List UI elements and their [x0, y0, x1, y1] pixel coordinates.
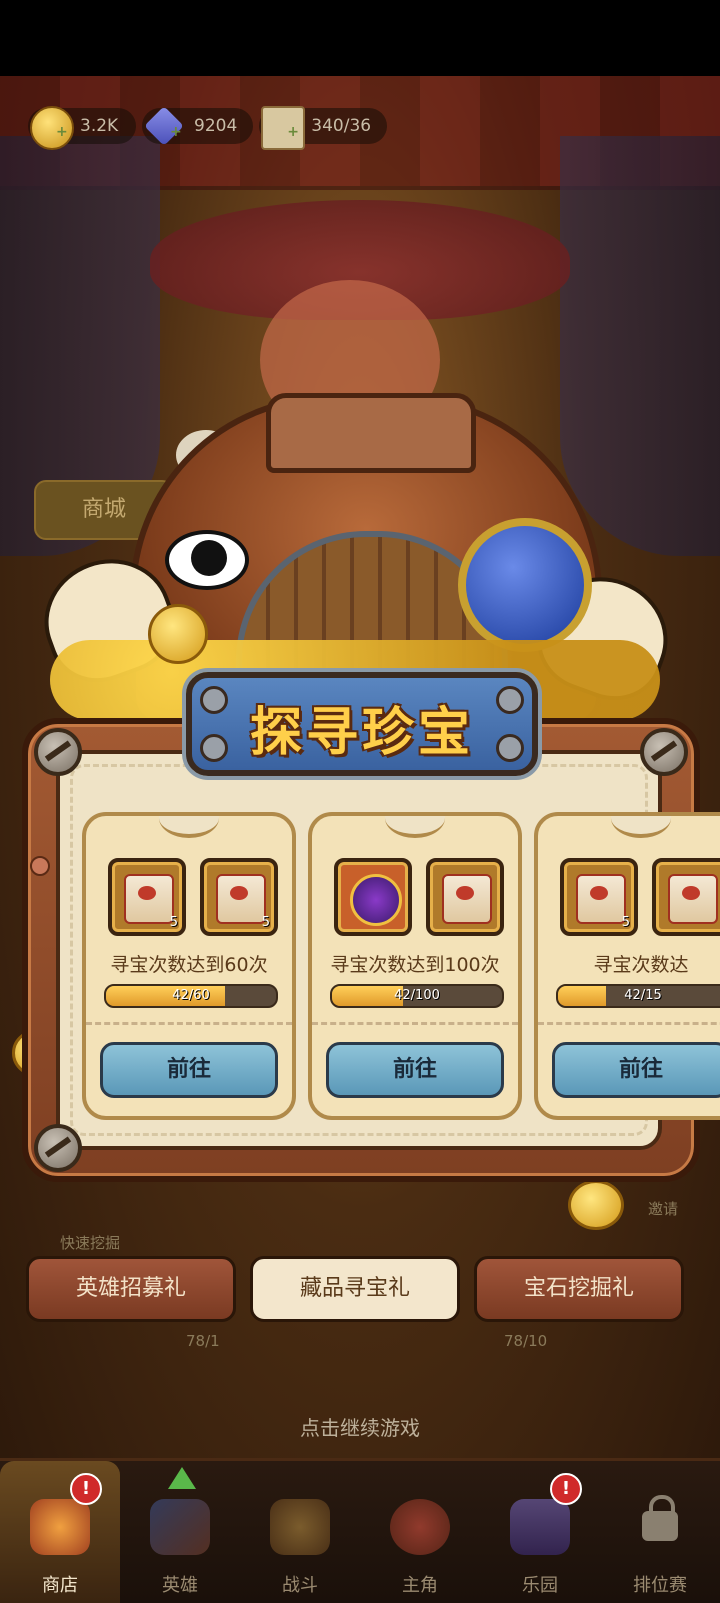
task-card: 5 5 寻宝次数达到60次 42/60 前往: [82, 812, 296, 1120]
popup-title: 探寻珍宝: [249, 703, 474, 763]
nav-label: 商店: [42, 1575, 78, 1596]
machine-cap: [266, 393, 476, 473]
scroll-icon: [216, 874, 266, 924]
left-dig-count: 78/1: [186, 1332, 220, 1350]
tab-collection-treasure-gift[interactable]: 藏品寻宝礼: [250, 1256, 460, 1322]
scroll-counter[interactable]: + 340/36: [259, 106, 388, 150]
treasure-popup: 5 5 寻宝次数达到60次 42/60 前往 寻宝次数达到100次 42/100…: [22, 718, 720, 1182]
nav-label: 英雄: [162, 1575, 198, 1596]
nut-icon: [200, 686, 228, 714]
reward-items: 5 5: [108, 858, 278, 936]
task-progress-bar: 42/15: [556, 984, 720, 1008]
rivet-icon: [30, 856, 50, 876]
shop-icon: [30, 1499, 90, 1555]
reward-count: 5: [169, 915, 178, 930]
card-divider: [538, 1022, 720, 1025]
progress-text: 42/60: [172, 988, 210, 1003]
reward-items: [334, 858, 504, 936]
scroll-icon: [668, 874, 718, 924]
task-card: 5 寻宝次数达 42/15 前往: [534, 812, 720, 1120]
upgrade-arrow-icon: [168, 1467, 196, 1489]
battle-icon: [270, 1499, 330, 1555]
task-card: 寻宝次数达到100次 42/100 前往: [308, 812, 522, 1120]
task-requirement: 寻宝次数达到60次: [110, 954, 268, 976]
castle-icon: [510, 1499, 570, 1555]
nut-icon: [200, 734, 228, 762]
resource-bar: + 3.2K + 9204 + 340/36: [28, 106, 388, 152]
scroll-value: 340/36: [311, 116, 372, 136]
popup-title-banner: 探寻珍宝: [186, 672, 538, 776]
lock-icon: [642, 1495, 678, 1541]
go-button[interactable]: 前往: [326, 1042, 504, 1098]
nav-label: 乐园: [522, 1575, 558, 1596]
progress-text: 42/100: [394, 988, 440, 1003]
card-divider: [312, 1022, 518, 1025]
nav-battle[interactable]: 战斗: [240, 1461, 360, 1603]
alert-badge-icon: !: [70, 1473, 102, 1505]
go-button[interactable]: 前往: [100, 1042, 278, 1098]
scroll-icon: [442, 874, 492, 924]
bottom-nav: ! 商店 英雄 战斗 主角 ! 乐园 排位赛: [0, 1458, 720, 1603]
scroll-icon: [124, 874, 174, 924]
reward-count: 5: [261, 915, 270, 930]
nut-icon: [496, 686, 524, 714]
amulet-icon: [350, 874, 402, 926]
gold-value: 3.2K: [80, 116, 119, 136]
gem-value: 9204: [194, 116, 238, 136]
reward-item[interactable]: [334, 858, 412, 936]
card-notch: [611, 816, 671, 838]
bolt-icon: [34, 728, 82, 776]
reward-item[interactable]: 5: [560, 858, 638, 936]
reward-items: 5: [560, 858, 720, 936]
add-gold-icon[interactable]: +: [56, 114, 68, 150]
coin-icon: [568, 1180, 624, 1230]
add-gem-icon[interactable]: +: [170, 114, 182, 150]
invite-label: 邀请: [648, 1200, 679, 1218]
tab-hero-recruit-gift[interactable]: 英雄招募礼: [26, 1256, 236, 1322]
reward-item[interactable]: 5: [108, 858, 186, 936]
bolt-icon: [34, 1124, 82, 1172]
right-dig-count: 78/10: [504, 1332, 548, 1350]
nav-heroes[interactable]: 英雄: [120, 1461, 240, 1603]
nav-park[interactable]: ! 乐园: [480, 1461, 600, 1603]
scroll-icon: [576, 874, 626, 924]
right-curtain: [560, 136, 720, 556]
coin-icon: [148, 604, 208, 664]
nav-label: 排位赛: [633, 1575, 687, 1596]
task-requirement: 寻宝次数达: [593, 954, 689, 976]
reward-count: 5: [621, 915, 630, 930]
card-notch: [159, 816, 219, 838]
nav-label: 主角: [402, 1575, 438, 1596]
card-notch: [385, 816, 445, 838]
gem-counter[interactable]: + 9204: [142, 106, 254, 146]
progress-text: 42/15: [624, 988, 662, 1003]
nav-ranked[interactable]: 排位赛: [600, 1461, 720, 1603]
nav-label: 战斗: [282, 1575, 318, 1596]
reward-item[interactable]: 5: [200, 858, 278, 936]
task-progress-bar: 42/100: [330, 984, 504, 1008]
reward-item[interactable]: [426, 858, 504, 936]
reward-item[interactable]: [652, 858, 720, 936]
monocle-icon: [458, 518, 592, 652]
add-scroll-icon[interactable]: +: [287, 114, 299, 150]
quick-dig-label: 快速挖掘: [60, 1234, 121, 1252]
go-button[interactable]: 前往: [552, 1042, 720, 1098]
hero-cards-icon: [150, 1499, 210, 1555]
tap-to-continue[interactable]: 点击继续游戏: [0, 1412, 720, 1441]
gold-counter[interactable]: + 3.2K: [28, 106, 136, 150]
owl-icon: [390, 1499, 450, 1555]
alert-badge-icon: !: [550, 1473, 582, 1505]
tab-gem-dig-gift[interactable]: 宝石挖掘礼: [474, 1256, 684, 1322]
task-requirement: 寻宝次数达到100次: [330, 954, 500, 976]
task-progress-bar: 42/60: [104, 984, 278, 1008]
task-card-list[interactable]: 5 5 寻宝次数达到60次 42/60 前往 寻宝次数达到100次 42/100…: [82, 812, 720, 1122]
machine-eye: [165, 530, 249, 590]
nav-shop[interactable]: ! 商店: [0, 1461, 120, 1603]
card-divider: [86, 1022, 292, 1025]
bolt-icon: [640, 728, 688, 776]
nut-icon: [496, 734, 524, 762]
nav-protagonist[interactable]: 主角: [360, 1461, 480, 1603]
